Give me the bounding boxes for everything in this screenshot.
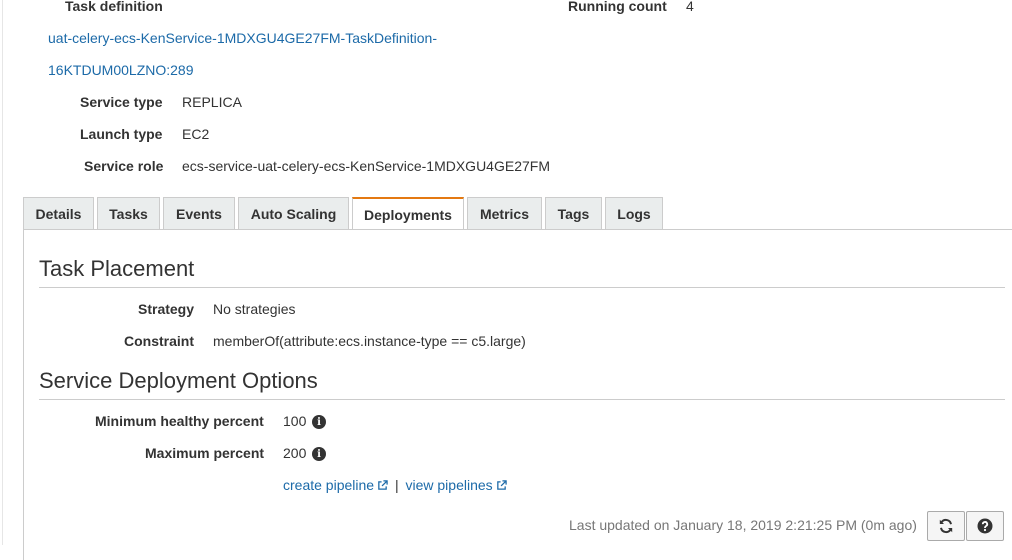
- constraint-label: Constraint: [124, 333, 194, 349]
- tab-metrics[interactable]: Metrics: [467, 197, 542, 229]
- external-link-icon: [496, 480, 507, 490]
- task-definition-label: Task definition: [65, 0, 163, 14]
- tab-logs[interactable]: Logs: [605, 197, 663, 229]
- task-definition-link[interactable]: uat-celery-ecs-KenService-1MDXGU4GE27FM-…: [48, 30, 437, 46]
- running-count-value: 4: [686, 0, 694, 14]
- service-type-value: REPLICA: [182, 94, 242, 110]
- tab-tags[interactable]: Tags: [545, 197, 602, 229]
- info-icon[interactable]: i: [312, 415, 326, 429]
- service-type-label: Service type: [80, 94, 163, 110]
- refresh-button[interactable]: [927, 511, 965, 541]
- task-placement-title: Task Placement: [39, 256, 195, 281]
- view-pipelines-link[interactable]: view pipelines: [405, 477, 507, 493]
- section-divider: [39, 399, 1005, 400]
- max-percent-value: 200: [283, 445, 307, 461]
- tab-details[interactable]: Details: [23, 197, 94, 229]
- constraint-value: memberOf(attribute:ecs.instance-type == …: [213, 333, 526, 349]
- help-button[interactable]: [966, 511, 1004, 541]
- tab-tasks[interactable]: Tasks: [97, 197, 160, 229]
- service-role-label: Service role: [84, 158, 164, 174]
- launch-type-value: EC2: [182, 126, 210, 142]
- running-count-label: Running count: [568, 0, 667, 14]
- info-icon[interactable]: i: [312, 447, 326, 461]
- link-separator: |: [394, 477, 399, 493]
- deployment-options-title: Service Deployment Options: [39, 368, 318, 393]
- help-icon: [977, 518, 993, 534]
- last-updated-text: Last updated on January 18, 2019 2:21:25…: [569, 517, 917, 533]
- launch-type-label: Launch type: [80, 126, 163, 142]
- max-percent-label: Maximum percent: [145, 445, 265, 461]
- refresh-icon: [939, 518, 953, 534]
- min-healthy-value: 100: [283, 413, 307, 429]
- tab-auto-scaling[interactable]: Auto Scaling: [238, 197, 349, 229]
- tab-deployments[interactable]: Deployments: [352, 197, 464, 230]
- pipeline-links: create pipeline | view pipelines: [283, 477, 507, 493]
- strategy-value: No strategies: [213, 301, 296, 317]
- view-pipelines-label: view pipelines: [405, 477, 493, 493]
- external-link-icon: [378, 480, 388, 490]
- tab-events[interactable]: Events: [163, 197, 235, 229]
- create-pipeline-label: create pipeline: [283, 477, 375, 493]
- task-definition-link-continued[interactable]: 16KTDUM00LZNO:289: [48, 62, 194, 78]
- service-role-value: ecs-service-uat-celery-ecs-KenService-1M…: [182, 158, 550, 174]
- strategy-label: Strategy: [138, 301, 195, 317]
- section-divider: [39, 287, 1005, 288]
- page-left-border: [2, 0, 3, 545]
- create-pipeline-link[interactable]: create pipeline: [283, 477, 388, 493]
- min-healthy-label: Minimum healthy percent: [95, 413, 264, 429]
